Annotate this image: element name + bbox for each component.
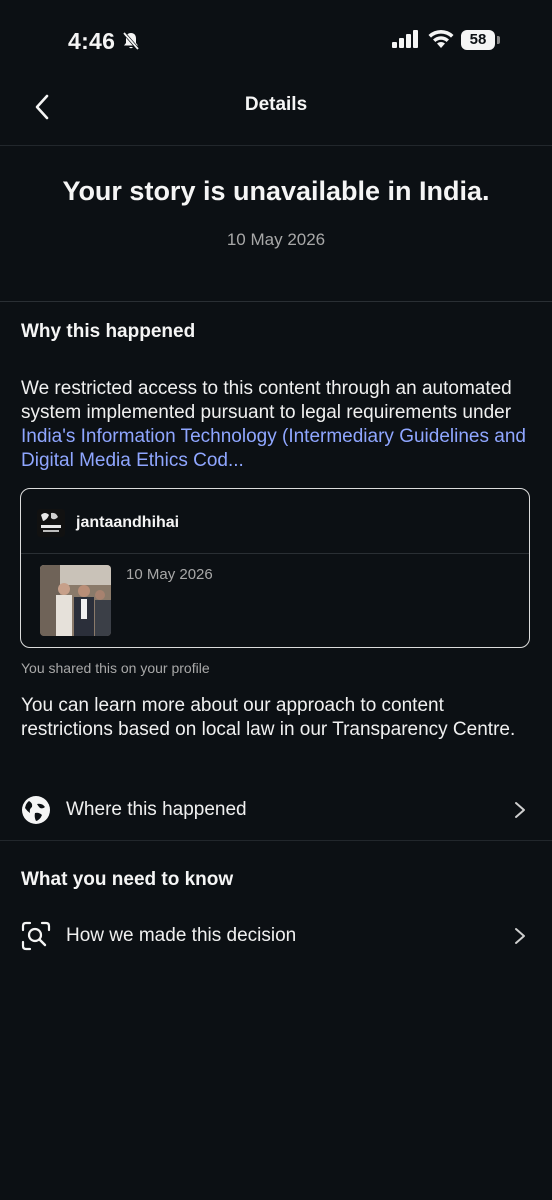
card-username: jantaandhihai [76, 514, 180, 531]
why-text: We restricted access to this content thr… [21, 378, 512, 423]
status-bar: 4:46 58 [0, 0, 552, 80]
it-rules-link[interactable]: India's Information Technology (Intermed… [21, 426, 526, 471]
why-section-title: Why this happened [21, 321, 196, 342]
status-time: 4:46 [68, 28, 116, 54]
how-row-label: How we made this decision [66, 925, 297, 946]
avatar [37, 509, 65, 537]
how-we-decided-row[interactable]: How we made this decision [0, 908, 552, 964]
where-row-label: Where this happened [66, 799, 247, 820]
bell-muted-icon [122, 31, 140, 51]
card-date: 10 May 2026 [126, 566, 213, 583]
shared-note: You shared this on your profile [21, 660, 210, 676]
story-thumbnail [40, 565, 111, 636]
wifi-icon [428, 29, 454, 48]
story-card[interactable]: jantaandhihai 10 May 2026 [20, 488, 530, 648]
battery-level: 58 [461, 30, 495, 50]
battery-tip [497, 36, 500, 44]
section-divider [0, 840, 552, 841]
card-divider [21, 553, 529, 554]
nav-divider [0, 145, 552, 146]
why-explanation: We restricted access to this content thr… [21, 377, 531, 473]
headline-date: 10 May 2026 [226, 230, 326, 249]
unavailable-headline: Your story is unavailable in India. [62, 176, 490, 206]
page-title: Details [244, 94, 308, 115]
cellular-signal-icon [392, 30, 418, 48]
globe-icon [22, 796, 50, 824]
magnify-scan-icon [21, 921, 51, 951]
transparency-text: You can learn more about our approach to… [21, 695, 516, 740]
where-this-happened-row[interactable]: Where this happened [0, 782, 552, 838]
need-to-know-title: What you need to know [21, 869, 234, 890]
section-divider [0, 301, 552, 302]
chevron-right-icon [515, 928, 525, 944]
chevron-right-icon [515, 802, 525, 818]
nav-bar: Details [0, 80, 552, 136]
